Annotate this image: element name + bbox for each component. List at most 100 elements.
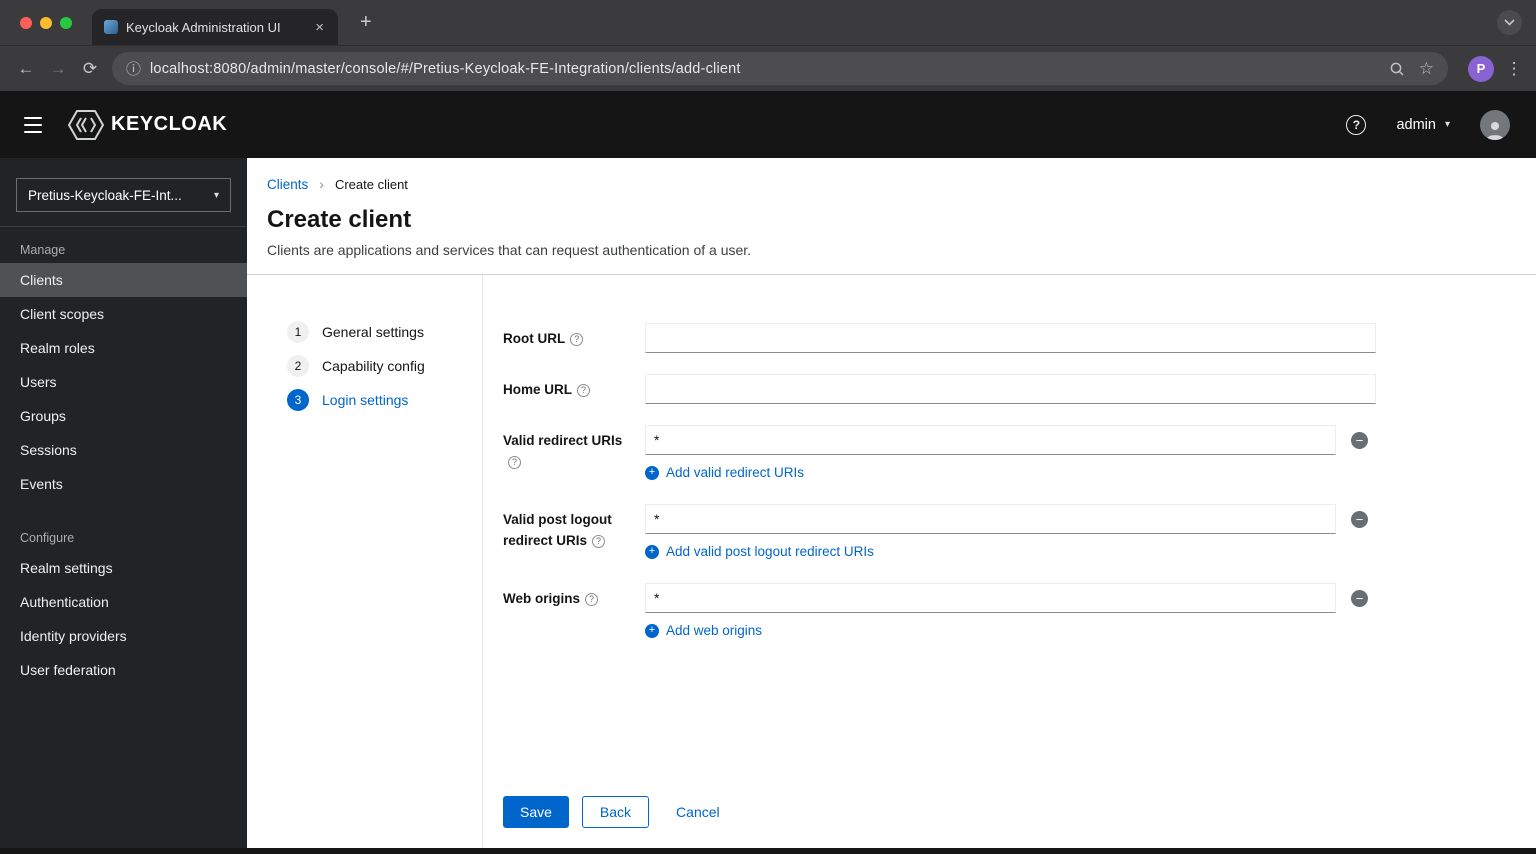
caret-down-icon: ▾ — [1444, 119, 1450, 130]
browser-menu-button[interactable]: ⋮ — [1502, 59, 1526, 79]
home-url-label: Home URL — [503, 382, 573, 397]
add-link-label: Add web origins — [666, 623, 763, 638]
breadcrumb-clients-link[interactable]: Clients — [267, 177, 308, 192]
zoom-indicator-icon[interactable] — [1389, 61, 1405, 77]
sidebar-item-authentication[interactable]: Authentication — [0, 585, 247, 619]
wizard-footer: Save Back Cancel — [503, 796, 1376, 848]
form-row-web-origins: Web origins? − + Add web origins — [503, 583, 1376, 638]
page-title: Create client — [267, 206, 412, 233]
sidebar-item-users[interactable]: Users — [0, 365, 247, 399]
browser-profile-avatar[interactable]: P — [1468, 55, 1494, 82]
web-origins-help-icon[interactable]: ? — [585, 593, 599, 607]
post-logout-redirect-uris-input[interactable] — [645, 504, 1336, 534]
window-zoom-button[interactable] — [60, 16, 72, 29]
breadcrumb-separator-icon: › — [319, 176, 324, 192]
add-post-logout-redirect-uris-link[interactable]: + Add valid post logout redirect URIs — [645, 544, 1376, 559]
step-label: Capability config — [322, 358, 425, 374]
cancel-button[interactable]: Cancel — [666, 796, 730, 828]
browser-reload-button[interactable]: ⟳ — [74, 59, 106, 79]
sidebar-item-sessions[interactable]: Sessions — [0, 433, 247, 467]
window-close-button[interactable] — [20, 16, 32, 29]
valid-redirect-uris-input[interactable] — [645, 425, 1336, 455]
tab-close-icon[interactable]: × — [311, 18, 328, 37]
root-url-help-icon[interactable]: ? — [570, 333, 584, 347]
post-logout-redirect-uris-help-icon[interactable]: ? — [592, 535, 606, 549]
add-link-label: Add valid post logout redirect URIs — [666, 544, 874, 559]
save-button[interactable]: Save — [503, 796, 569, 828]
web-origins-input[interactable] — [645, 583, 1336, 613]
valid-redirect-uris-label: Valid redirect URIs — [503, 433, 623, 448]
url-text[interactable]: localhost:8080/admin/master/console/#/Pr… — [150, 61, 1380, 77]
nav-group-configure: Configure — [20, 531, 75, 545]
add-valid-redirect-uris-link[interactable]: + Add valid redirect URIs — [645, 465, 1376, 480]
browser-toolbar: ← → ⟳ ⓘ localhost:8080/admin/master/cons… — [0, 45, 1536, 91]
window-minimize-button[interactable] — [40, 16, 52, 29]
tab-search-button[interactable] — [1497, 10, 1522, 35]
remove-post-logout-uri-icon[interactable]: − — [1351, 510, 1368, 528]
step-number: 3 — [287, 389, 309, 411]
home-url-input[interactable] — [645, 374, 1376, 404]
home-url-help-icon[interactable]: ? — [577, 384, 591, 398]
step-label: Login settings — [322, 392, 409, 408]
main-content: Clients › Create client Create client Cl… — [247, 158, 1536, 848]
tab-favicon-icon — [104, 20, 118, 34]
form-row-valid-redirect-uris: Valid redirect URIs? − + Add valid redir… — [503, 425, 1376, 480]
sidebar-item-events[interactable]: Events — [0, 467, 247, 501]
form-row-root-url: Root URL? — [503, 323, 1376, 353]
wizard-step-login-settings[interactable]: 3 Login settings — [287, 389, 482, 411]
plus-circle-icon: + — [645, 544, 659, 559]
browser-tab-active[interactable]: Keycloak Administration UI × — [92, 9, 338, 45]
web-origins-label: Web origins — [503, 591, 581, 606]
sidebar-item-groups[interactable]: Groups — [0, 399, 247, 433]
sidebar-item-realm-settings[interactable]: Realm settings — [0, 551, 247, 585]
brand-text: KEYCLOAK — [111, 113, 228, 135]
breadcrumb-current: Create client — [334, 176, 408, 192]
remove-web-origin-icon[interactable]: − — [1351, 589, 1368, 607]
address-bar[interactable]: ⓘ localhost:8080/admin/master/console/#/… — [112, 52, 1448, 85]
remove-redirect-uri-icon[interactable]: − — [1351, 431, 1368, 449]
valid-redirect-uris-help-icon[interactable]: ? — [508, 456, 521, 470]
add-web-origins-link[interactable]: + Add web origins — [645, 623, 1376, 638]
sidebar: Pretius-Keycloak-FE-Int... ▾ Manage Clie… — [0, 158, 247, 848]
step-number: 2 — [287, 355, 309, 377]
user-menu-dropdown[interactable]: admin ▾ — [1396, 117, 1450, 133]
add-link-label: Add valid redirect URIs — [666, 465, 805, 480]
sidebar-item-identity-providers[interactable]: Identity providers — [0, 619, 247, 653]
user-menu-label: admin — [1396, 116, 1436, 133]
wizard-step-general-settings[interactable]: 1 General settings — [287, 321, 482, 343]
browser-window: Keycloak Administration UI × + ← → ⟳ ⓘ l… — [0, 0, 1536, 854]
step-label: General settings — [322, 324, 424, 340]
root-url-label: Root URL — [503, 331, 566, 346]
sidebar-item-user-federation[interactable]: User federation — [0, 653, 247, 687]
nav-group-manage: Manage — [20, 243, 66, 257]
window-controls — [0, 16, 92, 29]
browser-back-button[interactable]: ← — [10, 59, 42, 79]
step-number: 1 — [287, 321, 309, 343]
realm-selector-dropdown[interactable]: Pretius-Keycloak-FE-Int... ▾ — [16, 178, 231, 212]
keycloak-brand: KEYCLOAK — [68, 109, 228, 140]
nav-toggle-button[interactable] — [22, 113, 44, 137]
bookmark-star-icon[interactable]: ☆ — [1419, 59, 1434, 79]
create-client-wizard: 1 General settings 2 Capability config 3… — [247, 275, 1536, 848]
form-row-post-logout-redirect-uris: Valid post logout redirect URIs? − + Add… — [503, 504, 1376, 559]
wizard-steps-nav: 1 General settings 2 Capability config 3… — [247, 275, 483, 848]
back-button[interactable]: Back — [581, 796, 650, 828]
wizard-step-capability-config[interactable]: 2 Capability config — [287, 355, 482, 377]
tab-title: Keycloak Administration UI — [126, 19, 281, 35]
new-tab-button[interactable]: + — [352, 9, 380, 36]
site-info-icon[interactable]: ⓘ — [126, 58, 141, 79]
page-description: Clients are applications and services th… — [267, 242, 752, 258]
browser-tab-strip: Keycloak Administration UI × + — [0, 0, 1536, 45]
sidebar-item-client-scopes[interactable]: Client scopes — [0, 297, 247, 331]
browser-forward-button[interactable]: → — [42, 59, 74, 79]
sidebar-item-realm-roles[interactable]: Realm roles — [0, 331, 247, 365]
user-avatar[interactable] — [1480, 109, 1510, 140]
person-icon — [1486, 121, 1504, 140]
login-settings-form: Root URL? Home URL? Valid redirect URIs?… — [483, 275, 1536, 848]
help-button[interactable]: ? — [1346, 114, 1367, 135]
chevron-down-icon — [1504, 19, 1515, 26]
page-header: Clients › Create client Create client Cl… — [247, 158, 1536, 275]
root-url-input[interactable] — [645, 323, 1376, 353]
sidebar-item-clients[interactable]: Clients — [0, 263, 247, 297]
app-masthead: KEYCLOAK ? admin ▾ — [0, 91, 1536, 158]
